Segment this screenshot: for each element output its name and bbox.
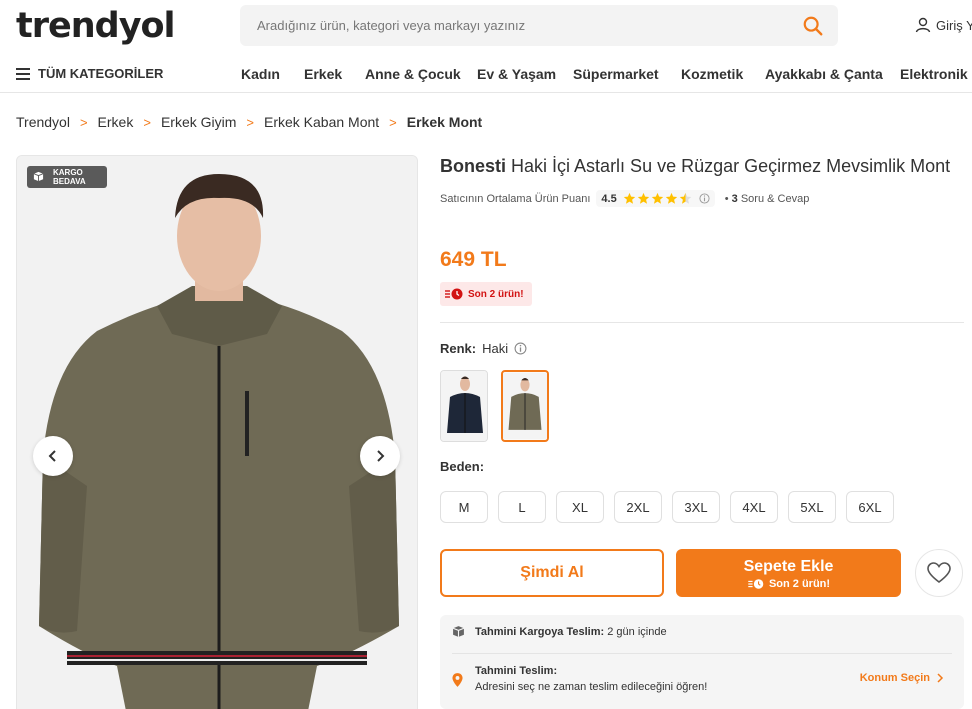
cargo-value: 2 gün içinde <box>607 625 667 638</box>
info-icon[interactable] <box>699 193 710 204</box>
location-pin-icon <box>452 673 463 687</box>
rating-value: 4.5 <box>601 192 617 205</box>
cart-stock-text: Son 2 ürün! <box>768 577 831 590</box>
nav-item-ayakkabi-canta[interactable]: Ayakkabı & Çanta <box>765 66 883 82</box>
search-input[interactable] <box>240 5 838 46</box>
breadcrumb-item[interactable]: Erkek Giyim <box>161 114 236 130</box>
nav-item-anne-cocuk[interactable]: Anne & Çocuk <box>365 66 461 82</box>
color-option-khaki[interactable] <box>501 370 549 442</box>
chevron-right-icon: > <box>246 114 254 130</box>
chevron-right-icon: > <box>79 114 88 130</box>
size-option[interactable]: XL <box>556 491 604 523</box>
all-categories-label: TÜM KATEGORİLER <box>38 66 164 81</box>
buy-now-button[interactable]: Şimdi Al <box>440 549 664 597</box>
free-shipping-badge: KARGO BEDAVA <box>27 166 107 188</box>
free-shipping-line1: KARGO <box>53 168 83 177</box>
estimate-label: Tahmini Teslim: <box>475 665 558 677</box>
nav-item-ev-yasam[interactable]: Ev & Yaşam <box>477 66 556 82</box>
size-option[interactable]: 3XL <box>672 491 720 523</box>
product-brand[interactable]: Bonesti <box>440 156 506 176</box>
product-image-gallery[interactable]: KARGO BEDAVA <box>16 155 418 709</box>
menu-icon <box>16 67 30 80</box>
size-option[interactable]: 2XL <box>614 491 662 523</box>
star-icon <box>651 192 663 204</box>
info-icon[interactable] <box>514 342 527 355</box>
star-icon <box>679 192 691 204</box>
product-title: Bonesti Haki İçi Astarlı Su ve Rüzgar Ge… <box>440 156 950 177</box>
size-option[interactable]: M <box>440 491 488 523</box>
free-shipping-line2: BEDAVA <box>53 177 86 186</box>
heart-icon <box>927 562 951 584</box>
breadcrumb-item[interactable]: Trendyol <box>16 114 70 130</box>
low-stock-text: Son 2 ürün! <box>468 288 524 300</box>
low-stock-badge: Son 2 ürün! <box>440 282 532 306</box>
star-icon <box>665 192 677 204</box>
star-icon <box>623 192 635 204</box>
choose-location-label: Konum Seçin <box>859 672 930 684</box>
chevron-left-icon <box>48 450 56 462</box>
category-nav: TÜM KATEGORİLER Kadın Erkek Anne & Çocuk… <box>0 56 972 93</box>
size-label: Beden: <box>440 459 485 474</box>
size-option[interactable]: L <box>498 491 546 523</box>
chevron-right-icon <box>937 673 944 683</box>
login-link[interactable]: Giriş Yap <box>915 17 972 33</box>
user-icon <box>915 17 931 33</box>
clock-alert-icon <box>445 288 463 300</box>
delivery-estimate: Tahmini Teslim: Adresini seç ne zaman te… <box>452 663 707 695</box>
chevron-right-icon <box>377 450 385 462</box>
breadcrumb-current[interactable]: Erkek Mont <box>407 114 482 130</box>
estimate-text: Adresini seç ne zaman teslim edileceğini… <box>475 681 708 693</box>
divider <box>440 322 964 323</box>
nav-item-kozmetik[interactable]: Kozmetik <box>681 66 743 82</box>
chevron-right-icon: > <box>389 114 397 130</box>
nav-item-elektronik[interactable]: Elektronik <box>900 66 968 82</box>
cargo-label: Tahmini Kargoya Teslim: <box>475 625 605 638</box>
rating-stars <box>623 192 692 205</box>
favorite-button[interactable] <box>915 549 963 597</box>
product-photo <box>17 156 417 709</box>
divider <box>452 653 952 654</box>
all-categories-button[interactable]: TÜM KATEGORİLER <box>16 66 163 81</box>
nav-item-supermarket[interactable]: Süpermarket <box>573 66 659 82</box>
product-name: Haki İçi Astarlı Su ve Rüzgar Geçirmez M… <box>511 156 951 176</box>
search-bar <box>240 5 838 46</box>
rating-row: Satıcının Ortalama Ürün Puanı 4.5 • 3 So… <box>440 190 809 207</box>
breadcrumb-item[interactable]: Erkek <box>98 114 134 130</box>
color-selector-label: Renk: Haki <box>440 341 527 356</box>
clock-alert-icon <box>748 578 764 589</box>
package-icon <box>452 626 465 637</box>
chevron-right-icon: > <box>143 114 151 130</box>
next-image-button[interactable] <box>360 436 400 476</box>
breadcrumb-item[interactable]: Erkek Kaban Mont <box>264 114 379 130</box>
cart-stock-note: Son 2 ürün! <box>676 578 901 590</box>
choose-location-link[interactable]: Konum Seçin <box>860 672 944 684</box>
qa-link[interactable]: • 3 Soru & Cevap <box>725 193 810 205</box>
color-option-navy[interactable] <box>440 370 488 442</box>
size-option[interactable]: 4XL <box>730 491 778 523</box>
add-to-cart-button[interactable]: Sepete Ekle Son 2 ürün! <box>676 549 901 597</box>
nav-item-erkek[interactable]: Erkek <box>304 66 342 82</box>
star-icon <box>637 192 649 204</box>
size-option[interactable]: 5XL <box>788 491 836 523</box>
nav-item-kadin[interactable]: Kadın <box>241 66 280 82</box>
color-value: Haki <box>482 341 509 356</box>
qa-label: Soru & Cevap <box>740 192 810 205</box>
cargo-estimate: Tahmini Kargoya Teslim: 2 gün içinde <box>452 625 667 638</box>
rating-badge[interactable]: 4.5 <box>596 190 715 207</box>
qa-count: 3 <box>731 192 738 205</box>
previous-image-button[interactable] <box>33 436 73 476</box>
product-price: 649 TL <box>440 248 507 271</box>
trendyol-logo[interactable]: trendyol <box>16 6 176 46</box>
seller-rating-label: Satıcının Ortalama Ürün Puanı <box>440 192 591 205</box>
size-option[interactable]: 6XL <box>846 491 894 523</box>
add-to-cart-label: Sepete Ekle <box>743 557 834 575</box>
package-icon <box>33 171 44 182</box>
color-thumbnail-image <box>503 373 547 439</box>
color-thumbnail-image <box>441 371 487 441</box>
delivery-info-box: Tahmini Kargoya Teslim: 2 gün içinde Tah… <box>440 615 964 709</box>
color-label: Renk: <box>440 341 477 356</box>
search-icon[interactable] <box>802 15 824 37</box>
breadcrumb: Trendyol > Erkek > Erkek Giyim > Erkek K… <box>16 114 482 130</box>
login-label: Giriş Yap <box>936 17 972 33</box>
